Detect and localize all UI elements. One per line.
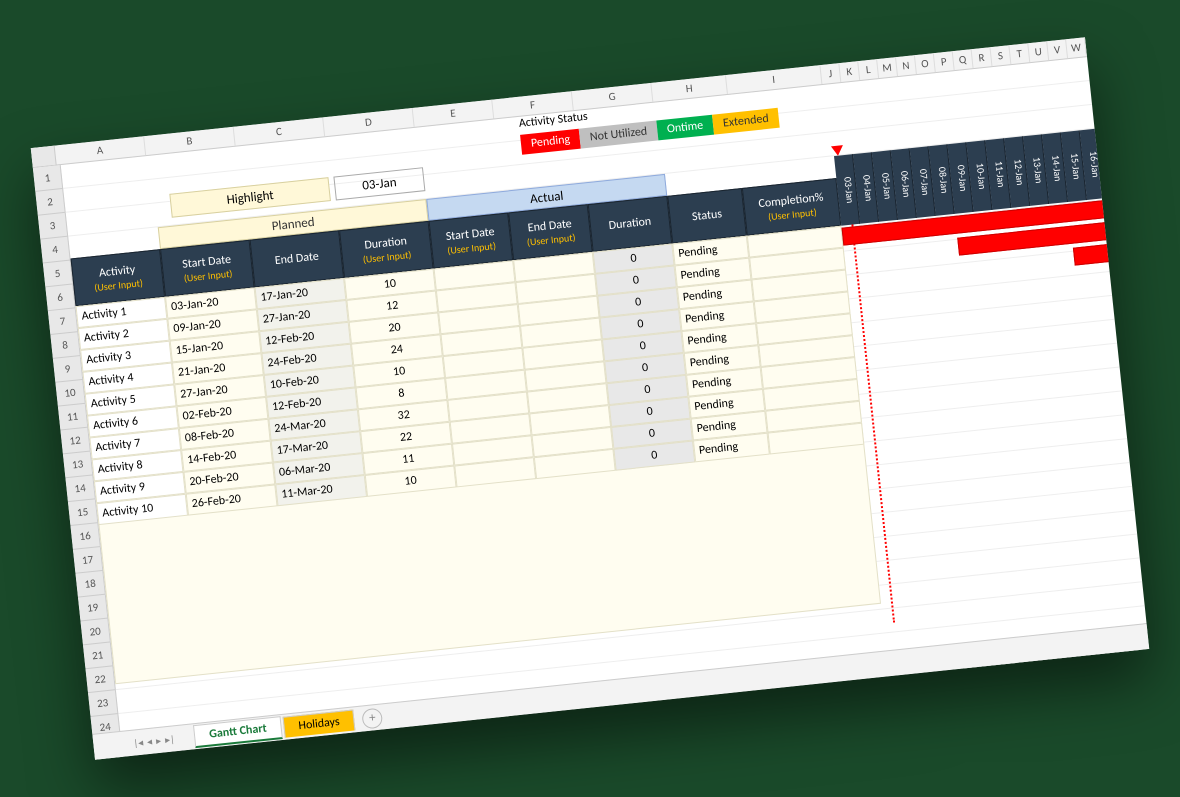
row-header-21[interactable]: 21 — [83, 642, 113, 669]
tab-last-icon[interactable]: ▸| — [164, 732, 175, 746]
column-header-V[interactable]: V — [1047, 39, 1068, 60]
tab-next-icon[interactable]: ▸ — [155, 734, 161, 747]
legend-extended: Extended — [712, 108, 780, 135]
column-header-K[interactable]: K — [839, 61, 860, 82]
row-header-23[interactable]: 23 — [88, 690, 118, 717]
header-actual-end: End Date(User Input) — [508, 204, 593, 260]
column-header-Q[interactable]: Q — [953, 49, 974, 70]
header-actual-duration: Duration — [588, 196, 673, 252]
column-header-R[interactable]: R — [972, 47, 993, 68]
row-header-22[interactable]: 22 — [86, 666, 116, 693]
row-header-16[interactable]: 16 — [70, 523, 100, 550]
header-actual-start: Start Date(User Input) — [429, 213, 514, 269]
row-header-18[interactable]: 18 — [75, 571, 105, 598]
row-header-19[interactable]: 19 — [78, 595, 108, 622]
column-header-P[interactable]: P — [934, 51, 955, 72]
column-header-L[interactable]: L — [858, 59, 879, 80]
tab-gantt-chart[interactable]: Gantt Chart — [193, 716, 283, 748]
header-status: Status — [667, 188, 747, 244]
row-header-8[interactable]: 8 — [50, 332, 80, 359]
legend-not-utilized: Not Utilized — [579, 121, 658, 149]
tab-nav-buttons[interactable]: |◂ ◂ ▸ ▸| — [133, 732, 175, 749]
row-header-7[interactable]: 7 — [48, 308, 78, 335]
row-header-11[interactable]: 11 — [58, 404, 88, 431]
row-header-17[interactable]: 17 — [73, 547, 103, 574]
column-header-W[interactable]: W — [1066, 37, 1087, 58]
row-header-13[interactable]: 13 — [63, 451, 93, 478]
column-header-U[interactable]: U — [1028, 41, 1049, 62]
row-header-14[interactable]: 14 — [65, 475, 95, 502]
row-header-12[interactable]: 12 — [60, 428, 90, 455]
tab-first-icon[interactable]: |◂ — [133, 736, 144, 750]
row-header-9[interactable]: 9 — [53, 356, 83, 383]
legend-pending: Pending — [520, 129, 581, 155]
column-header-O[interactable]: O — [915, 53, 936, 74]
column-header-N[interactable]: N — [896, 55, 917, 76]
row-header-6[interactable]: 6 — [45, 284, 75, 311]
row-header-10[interactable]: 10 — [55, 380, 85, 407]
row-header-4[interactable]: 4 — [40, 237, 70, 264]
select-all-corner[interactable] — [31, 146, 57, 167]
row-header-1[interactable]: 1 — [33, 165, 63, 192]
add-sheet-icon[interactable]: + — [361, 707, 383, 729]
row-header-5[interactable]: 5 — [43, 261, 73, 288]
gantt-bar[interactable] — [1073, 244, 1111, 266]
row-header-20[interactable]: 20 — [81, 619, 111, 646]
legend-ontime: Ontime — [656, 115, 714, 141]
column-header-T[interactable]: T — [1009, 43, 1030, 64]
spreadsheet-window: ABCDEFGHIJKLMNOPQRSTUVW 1234567891011121… — [31, 37, 1149, 759]
row-header-15[interactable]: 15 — [68, 499, 98, 526]
row-header-3[interactable]: 3 — [38, 213, 68, 240]
column-header-S[interactable]: S — [990, 45, 1011, 66]
tab-prev-icon[interactable]: ◂ — [146, 735, 152, 748]
tab-holidays[interactable]: Holidays — [283, 709, 356, 737]
column-header-M[interactable]: M — [877, 57, 898, 78]
column-header-J[interactable]: J — [820, 63, 841, 84]
row-header-2[interactable]: 2 — [35, 189, 65, 216]
